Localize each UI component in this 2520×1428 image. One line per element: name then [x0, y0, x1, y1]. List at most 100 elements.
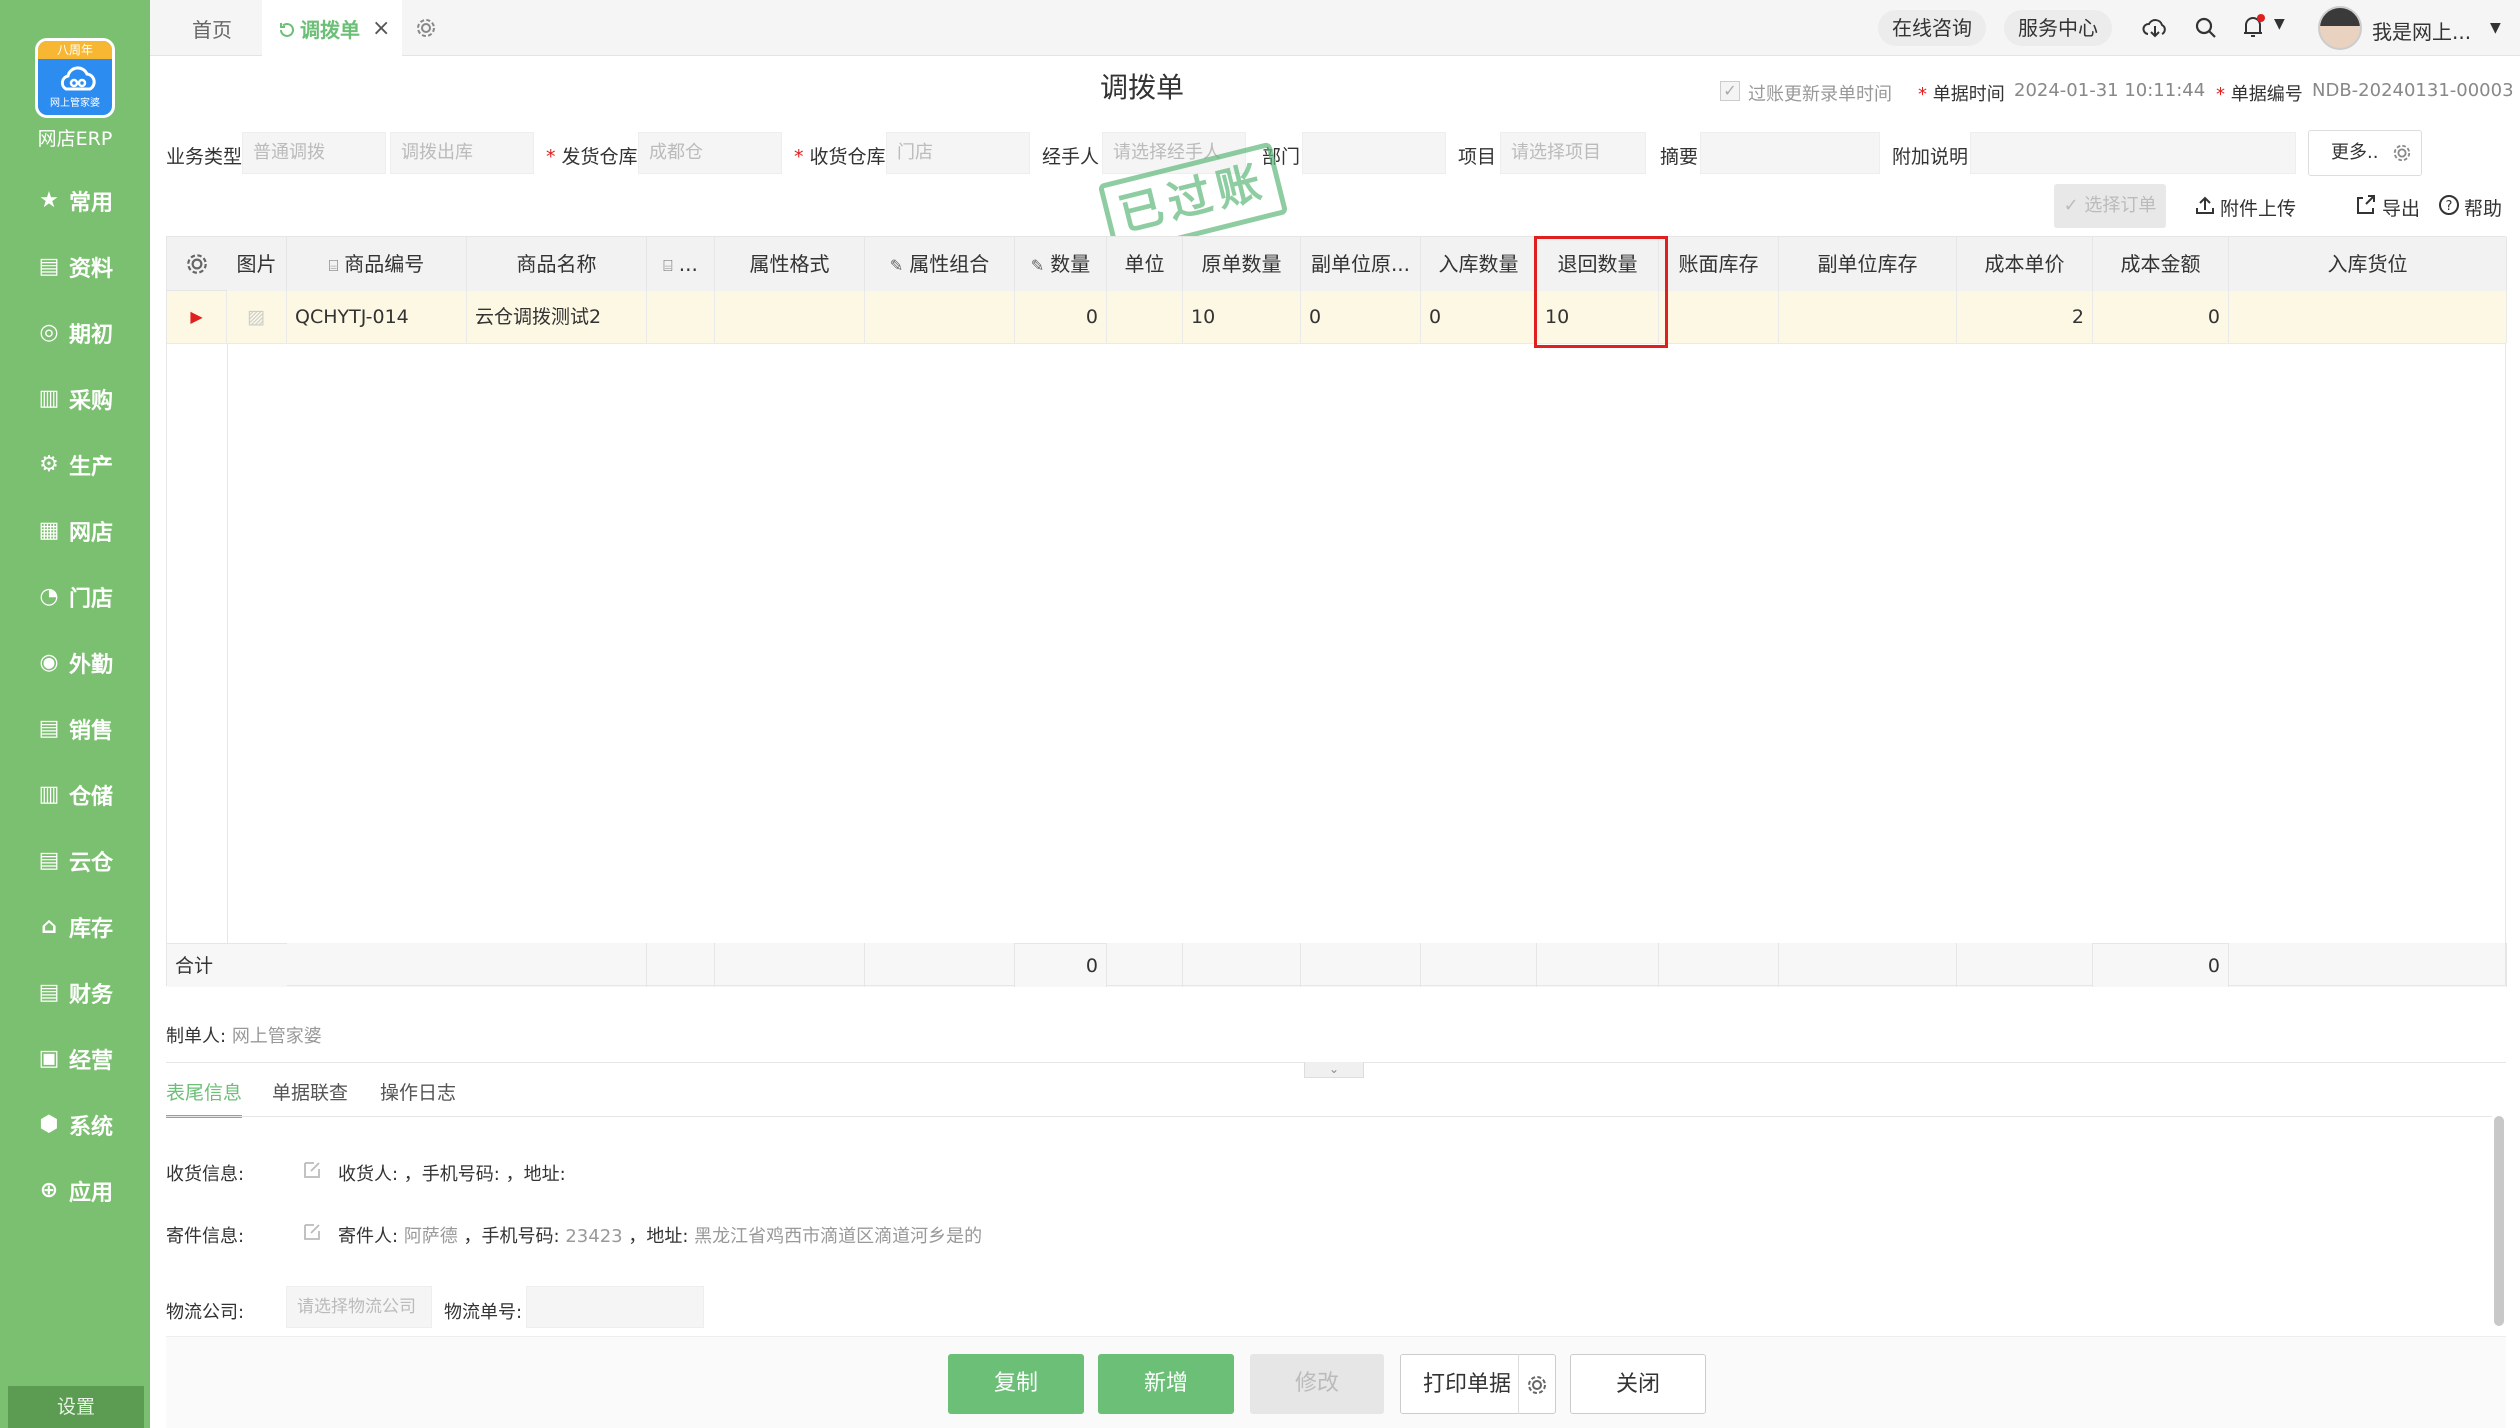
- table-cell[interactable]: [647, 291, 715, 343]
- biz-subtype-field[interactable]: 调拨出库: [390, 132, 534, 174]
- sidebar-item-1[interactable]: ▤ 资料: [0, 242, 150, 292]
- sidebar-item-7[interactable]: ◉ 外勤: [0, 638, 150, 688]
- column-header[interactable]: 入库数量: [1421, 237, 1537, 291]
- table-cell[interactable]: ▨: [227, 291, 287, 343]
- upload-icon[interactable]: [2194, 194, 2216, 216]
- edit-recv-icon[interactable]: [302, 1160, 322, 1180]
- table-cell[interactable]: [1779, 291, 1957, 343]
- table-cell[interactable]: 云仓调拨测试2: [467, 291, 647, 343]
- column-header[interactable]: 副单位库存: [1779, 237, 1957, 291]
- table-cell[interactable]: [715, 291, 865, 343]
- sales-icon: ▤: [38, 716, 60, 741]
- column-header[interactable]: 图片: [227, 237, 287, 291]
- column-header[interactable]: 入库货位: [2229, 237, 2507, 291]
- project-field[interactable]: 请选择项目: [1500, 132, 1646, 174]
- tab-op-log[interactable]: 操作日志: [380, 1078, 456, 1105]
- column-header[interactable]: 商品名称: [467, 237, 647, 291]
- sidebar-item-5[interactable]: ▦ 网店: [0, 506, 150, 556]
- sidebar-item-2[interactable]: ◎ 期初: [0, 308, 150, 358]
- gear-icon[interactable]: [415, 17, 437, 39]
- sidebar-item-4[interactable]: ⚙ 生产: [0, 440, 150, 490]
- sidebar-item-13[interactable]: ▣ 经营: [0, 1034, 150, 1084]
- table-cell[interactable]: 0: [1015, 291, 1107, 343]
- cloud-download-icon[interactable]: [2142, 16, 2168, 40]
- column-header[interactable]: ✎ 属性组合: [865, 237, 1015, 291]
- user-menu-chevron-icon[interactable]: ▼: [2490, 20, 2501, 36]
- field-icon: ◉: [39, 650, 59, 675]
- column-header[interactable]: 属性格式: [715, 237, 865, 291]
- sidebar-item-8[interactable]: ▤ 销售: [0, 704, 150, 754]
- close-button[interactable]: 关闭: [1570, 1354, 1706, 1414]
- send-warehouse-field[interactable]: 成都仓: [638, 132, 782, 174]
- table-cell[interactable]: 10: [1183, 291, 1301, 343]
- export-icon[interactable]: [2354, 194, 2376, 216]
- column-settings-gear-icon[interactable]: [185, 252, 209, 276]
- column-header[interactable]: ✎ 数量: [1015, 237, 1107, 291]
- app-logo[interactable]: 八周年 网上管家婆: [35, 38, 115, 118]
- online-consult-button[interactable]: 在线咨询: [1878, 10, 1986, 46]
- sidebar-item-15[interactable]: ⊕ 应用: [0, 1166, 150, 1216]
- copy-button[interactable]: 复制: [948, 1354, 1084, 1414]
- sidebar-item-6[interactable]: ◔ 门店: [0, 572, 150, 622]
- table-cell[interactable]: [865, 291, 1015, 343]
- new-button[interactable]: 新增: [1098, 1354, 1234, 1414]
- settings-button[interactable]: 设置: [8, 1386, 144, 1428]
- sidebar-item-11[interactable]: ⌂ 库存: [0, 902, 150, 952]
- tab-transfer[interactable]: 调拨单: [300, 0, 360, 56]
- close-tab-icon[interactable]: ×: [372, 16, 390, 41]
- bell-icon[interactable]: [2240, 14, 2266, 40]
- refresh-icon[interactable]: [278, 21, 296, 39]
- note-field[interactable]: [1970, 132, 2296, 174]
- column-header[interactable]: 原单数量: [1183, 237, 1301, 291]
- table-cell[interactable]: 0: [2093, 291, 2229, 343]
- column-header[interactable]: 成本金额: [2093, 237, 2229, 291]
- biz-type-field[interactable]: 普通调拨: [242, 132, 386, 174]
- service-center-button[interactable]: 服务中心: [2004, 10, 2112, 46]
- sidebar-item-0[interactable]: ★ 常用: [0, 176, 150, 226]
- logistics-field[interactable]: 请选择物流公司: [286, 1286, 432, 1328]
- doc-no-value[interactable]: NDB-20240131-00003: [2312, 80, 2514, 101]
- update-time-checkbox[interactable]: ✓: [1720, 81, 1740, 101]
- print-settings-gear-icon[interactable]: [1526, 1374, 1548, 1396]
- select-order-button[interactable]: ✓ 选择订单: [2054, 184, 2166, 228]
- table-cell[interactable]: 0: [1301, 291, 1421, 343]
- doc-date-value[interactable]: 2024-01-31 10:11:44: [2014, 80, 2205, 101]
- tab-doc-link[interactable]: 单据联查: [272, 1078, 348, 1105]
- table-cell[interactable]: QCHYTJ-014: [287, 291, 467, 343]
- collapse-chevron-icon[interactable]: ⌄: [1304, 1062, 1364, 1078]
- table-cell[interactable]: [1107, 291, 1183, 343]
- recv-warehouse-field[interactable]: 门店: [886, 132, 1030, 174]
- sidebar-item-3[interactable]: ▥ 采购: [0, 374, 150, 424]
- column-header[interactable]: 账面库存: [1659, 237, 1779, 291]
- edit-send-icon[interactable]: [302, 1222, 322, 1242]
- attach-upload-button[interactable]: 附件上传: [2220, 194, 2296, 221]
- help-icon[interactable]: ?: [2438, 194, 2460, 216]
- search-icon[interactable]: [2194, 16, 2218, 40]
- sidebar-item-14[interactable]: ⬢ 系统: [0, 1100, 150, 1150]
- column-header[interactable]: 副单位原...: [1301, 237, 1421, 291]
- help-button[interactable]: 帮助: [2464, 194, 2502, 221]
- column-header[interactable]: 单位: [1107, 237, 1183, 291]
- table-cell[interactable]: [1659, 291, 1779, 343]
- column-header[interactable]: 成本单价: [1957, 237, 2093, 291]
- avatar[interactable]: [2318, 6, 2362, 50]
- column-header[interactable]: ⌸ 商品编号: [287, 237, 467, 291]
- column-header[interactable]: ⌸...: [647, 237, 715, 291]
- tab-home[interactable]: 首页: [192, 0, 232, 56]
- summary-field[interactable]: [1700, 132, 1880, 174]
- sidebar-item-10[interactable]: ▤ 云仓: [0, 836, 150, 886]
- footer-scrollbar[interactable]: [2494, 1116, 2504, 1326]
- table-cell[interactable]: 0: [1421, 291, 1537, 343]
- dept-field[interactable]: [1302, 132, 1446, 174]
- tracking-field[interactable]: [526, 1286, 704, 1328]
- table-cell[interactable]: 2: [1957, 291, 2093, 343]
- user-name[interactable]: 我是网上...: [2372, 16, 2471, 45]
- table-cell[interactable]: [2229, 291, 2507, 343]
- export-button[interactable]: 导出: [2382, 194, 2420, 221]
- sidebar-item-12[interactable]: ▤ 财务: [0, 968, 150, 1018]
- edit-button[interactable]: 修改: [1250, 1354, 1384, 1414]
- sidebar-item-9[interactable]: ▥ 仓储: [0, 770, 150, 820]
- chevron-down-icon[interactable]: ▼: [2274, 16, 2285, 32]
- tab-footer-info[interactable]: 表尾信息: [166, 1078, 243, 1118]
- more-gear-icon[interactable]: [2392, 143, 2412, 163]
